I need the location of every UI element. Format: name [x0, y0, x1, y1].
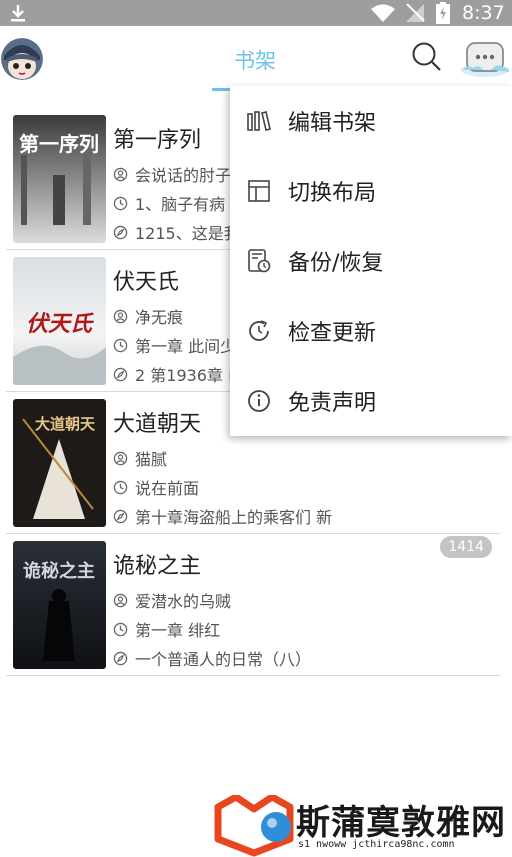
- clock-icon: [113, 480, 128, 494]
- menu-item-edit-bookshelf[interactable]: 编辑书架: [230, 88, 512, 154]
- author-icon: [113, 167, 128, 181]
- svg-text:诡秘之主: 诡秘之主: [23, 560, 95, 582]
- menu-item-disclaimer[interactable]: 免责声明: [230, 368, 512, 434]
- book-author: 净无痕: [113, 304, 183, 328]
- unread-count-badge: 1414: [440, 536, 492, 558]
- battery-charging-icon: [436, 2, 450, 24]
- author-icon: [113, 593, 128, 607]
- author-icon: [113, 451, 128, 465]
- book-latest-chapter: 第一章 此间少: [113, 333, 236, 357]
- book-cover: 诡秘之主: [13, 541, 106, 669]
- watermark-logo-icon: [214, 793, 294, 857]
- svg-text:大道朝天: 大道朝天: [35, 415, 96, 433]
- book-title: 诡秘之主: [113, 554, 202, 579]
- watermark-text: 斯蒲寞敦雅网: [296, 803, 506, 843]
- book-title: 第一序列: [113, 128, 202, 153]
- clock-icon: [113, 196, 128, 210]
- book-cover: 第一序列: [13, 115, 106, 243]
- clock: 8:37: [462, 2, 505, 24]
- author-icon: [113, 309, 128, 323]
- update-icon: [249, 320, 269, 341]
- book-latest-chapter: 第一章 绯红: [113, 617, 220, 641]
- no-signal-icon: [406, 3, 425, 22]
- book-read-chapter: 一个普通人的日常（八）: [113, 646, 311, 670]
- svg-text:伏天氏: 伏天氏: [26, 311, 94, 337]
- books-icon: [247, 111, 271, 131]
- avatar[interactable]: [1, 38, 43, 80]
- book-title: 伏天氏: [113, 270, 180, 295]
- compass-icon: [113, 225, 128, 239]
- watermark-url: s1 nwoww jcthirca98nc.comn: [298, 839, 455, 850]
- page-title[interactable]: 书架: [210, 45, 300, 75]
- compass-icon: [113, 367, 128, 381]
- overflow-menu: 编辑书架 切换布局 备份/恢复 检查更新 免责声明: [230, 86, 512, 436]
- backup-icon: [248, 249, 271, 273]
- clock-icon: [113, 622, 128, 636]
- svg-text:第一序列: 第一序列: [19, 132, 99, 156]
- search-icon[interactable]: [410, 40, 442, 72]
- watermark: 斯蒲寞敦雅网 s1 nwoww jcthirca98nc.comn: [214, 793, 512, 857]
- menu-item-check-update[interactable]: 检查更新: [230, 298, 512, 364]
- book-cover: 大道朝天: [13, 399, 106, 527]
- book-title: 大道朝天: [113, 412, 202, 437]
- menu-item-backup-restore[interactable]: 备份/恢复: [230, 228, 512, 294]
- book-latest-chapter: 说在前面: [113, 475, 199, 499]
- wifi-icon: [371, 4, 395, 22]
- book-author: 会说话的肘子: [113, 162, 231, 186]
- book-read-chapter: 1215、这是我: [113, 220, 240, 244]
- book-item[interactable]: 诡秘之主 诡秘之主 1414 爱潜水的乌贼 第一章 绯红 一个普通人的日常（八）: [6, 534, 500, 676]
- compass-icon: [113, 651, 128, 665]
- book-author: 猫腻: [113, 446, 167, 470]
- download-icon: [11, 5, 25, 22]
- status-bar: 8:37: [0, 0, 512, 26]
- menu-item-switch-layout[interactable]: 切换布局: [230, 158, 512, 224]
- book-read-chapter: 2 第1936章 山: [113, 362, 244, 386]
- book-read-chapter: 第十章海盗船上的乘客们 新: [113, 504, 332, 528]
- clock-icon: [113, 338, 128, 352]
- book-cover: 伏天氏: [13, 257, 106, 385]
- chat-bubble-icon[interactable]: [461, 40, 509, 78]
- layout-icon: [248, 180, 270, 202]
- info-icon: [248, 390, 270, 412]
- book-latest-chapter: 1、脑子有病: [113, 191, 225, 215]
- compass-icon: [113, 509, 128, 523]
- book-author: 爱潜水的乌贼: [113, 588, 231, 612]
